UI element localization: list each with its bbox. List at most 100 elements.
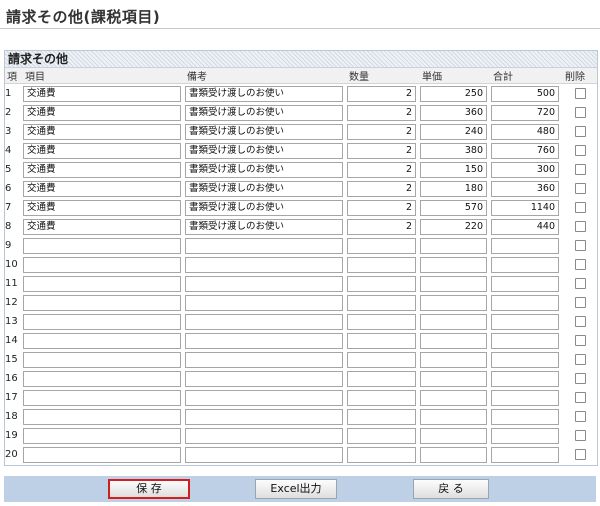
unit-price-input[interactable] [420,332,487,349]
item-input[interactable]: 交通費 [23,180,181,197]
total-input[interactable] [491,237,559,254]
item-input[interactable]: 交通費 [23,218,181,235]
total-input[interactable]: 760 [491,142,559,159]
note-input[interactable] [185,294,343,311]
item-input[interactable]: 交通費 [23,85,181,102]
delete-checkbox[interactable] [574,354,586,365]
item-input[interactable]: 交通費 [23,123,181,140]
delete-checkbox[interactable] [574,145,586,156]
quantity-input[interactable] [347,351,416,368]
quantity-input[interactable] [347,332,416,349]
delete-checkbox[interactable] [574,430,586,441]
delete-checkbox[interactable] [574,183,586,194]
note-input[interactable]: 書類受け渡しのお使い [185,180,343,197]
unit-price-input[interactable] [420,351,487,368]
unit-price-input[interactable] [420,446,487,463]
unit-price-input[interactable] [420,389,487,406]
item-input[interactable] [23,370,181,387]
quantity-input[interactable] [347,237,416,254]
quantity-input[interactable] [347,256,416,273]
total-input[interactable] [491,389,559,406]
total-input[interactable]: 360 [491,180,559,197]
note-input[interactable]: 書類受け渡しのお使い [185,123,343,140]
item-input[interactable] [23,313,181,330]
back-button[interactable]: 戻 る [413,479,489,499]
total-input[interactable] [491,427,559,444]
total-input[interactable]: 300 [491,161,559,178]
delete-checkbox[interactable] [574,88,586,99]
unit-price-input[interactable] [420,408,487,425]
unit-price-input[interactable] [420,237,487,254]
total-input[interactable] [491,313,559,330]
item-input[interactable] [23,275,181,292]
note-input[interactable]: 書類受け渡しのお使い [185,199,343,216]
total-input[interactable]: 480 [491,123,559,140]
quantity-input[interactable] [347,370,416,387]
quantity-input[interactable] [347,427,416,444]
total-input[interactable] [491,408,559,425]
note-input[interactable] [185,237,343,254]
excel-export-button[interactable]: Excel出力 [255,479,337,499]
total-input[interactable] [491,294,559,311]
delete-checkbox[interactable] [574,392,586,403]
item-input[interactable] [23,427,181,444]
unit-price-input[interactable]: 240 [420,123,487,140]
item-input[interactable] [23,389,181,406]
note-input[interactable]: 書類受け渡しのお使い [185,161,343,178]
delete-checkbox[interactable] [574,240,586,251]
quantity-input[interactable]: 2 [347,85,416,102]
total-input[interactable] [491,256,559,273]
quantity-input[interactable] [347,408,416,425]
delete-checkbox[interactable] [574,449,586,460]
unit-price-input[interactable] [420,370,487,387]
delete-checkbox[interactable] [574,316,586,327]
quantity-input[interactable] [347,275,416,292]
unit-price-input[interactable] [420,256,487,273]
save-button[interactable]: 保 存 [108,479,190,499]
note-input[interactable] [185,275,343,292]
delete-checkbox[interactable] [574,411,586,422]
note-input[interactable] [185,408,343,425]
quantity-input[interactable]: 2 [347,199,416,216]
delete-checkbox[interactable] [574,278,586,289]
unit-price-input[interactable] [420,313,487,330]
item-input[interactable] [23,408,181,425]
total-input[interactable] [491,351,559,368]
note-input[interactable] [185,446,343,463]
delete-checkbox[interactable] [574,126,586,137]
quantity-input[interactable]: 2 [347,180,416,197]
quantity-input[interactable] [347,389,416,406]
item-input[interactable] [23,332,181,349]
total-input[interactable] [491,370,559,387]
quantity-input[interactable] [347,446,416,463]
quantity-input[interactable] [347,313,416,330]
quantity-input[interactable]: 2 [347,104,416,121]
item-input[interactable]: 交通費 [23,142,181,159]
total-input[interactable] [491,275,559,292]
total-input[interactable] [491,446,559,463]
total-input[interactable]: 1140 [491,199,559,216]
delete-checkbox[interactable] [574,164,586,175]
item-input[interactable] [23,237,181,254]
item-input[interactable] [23,351,181,368]
quantity-input[interactable]: 2 [347,142,416,159]
unit-price-input[interactable] [420,275,487,292]
note-input[interactable] [185,351,343,368]
note-input[interactable]: 書類受け渡しのお使い [185,142,343,159]
total-input[interactable]: 720 [491,104,559,121]
note-input[interactable] [185,313,343,330]
unit-price-input[interactable]: 360 [420,104,487,121]
unit-price-input[interactable]: 150 [420,161,487,178]
total-input[interactable]: 440 [491,218,559,235]
unit-price-input[interactable] [420,427,487,444]
item-input[interactable] [23,256,181,273]
total-input[interactable]: 500 [491,85,559,102]
note-input[interactable]: 書類受け渡しのお使い [185,85,343,102]
note-input[interactable] [185,370,343,387]
delete-checkbox[interactable] [574,202,586,213]
delete-checkbox[interactable] [574,297,586,308]
item-input[interactable]: 交通費 [23,199,181,216]
note-input[interactable]: 書類受け渡しのお使い [185,218,343,235]
note-input[interactable] [185,389,343,406]
note-input[interactable] [185,332,343,349]
